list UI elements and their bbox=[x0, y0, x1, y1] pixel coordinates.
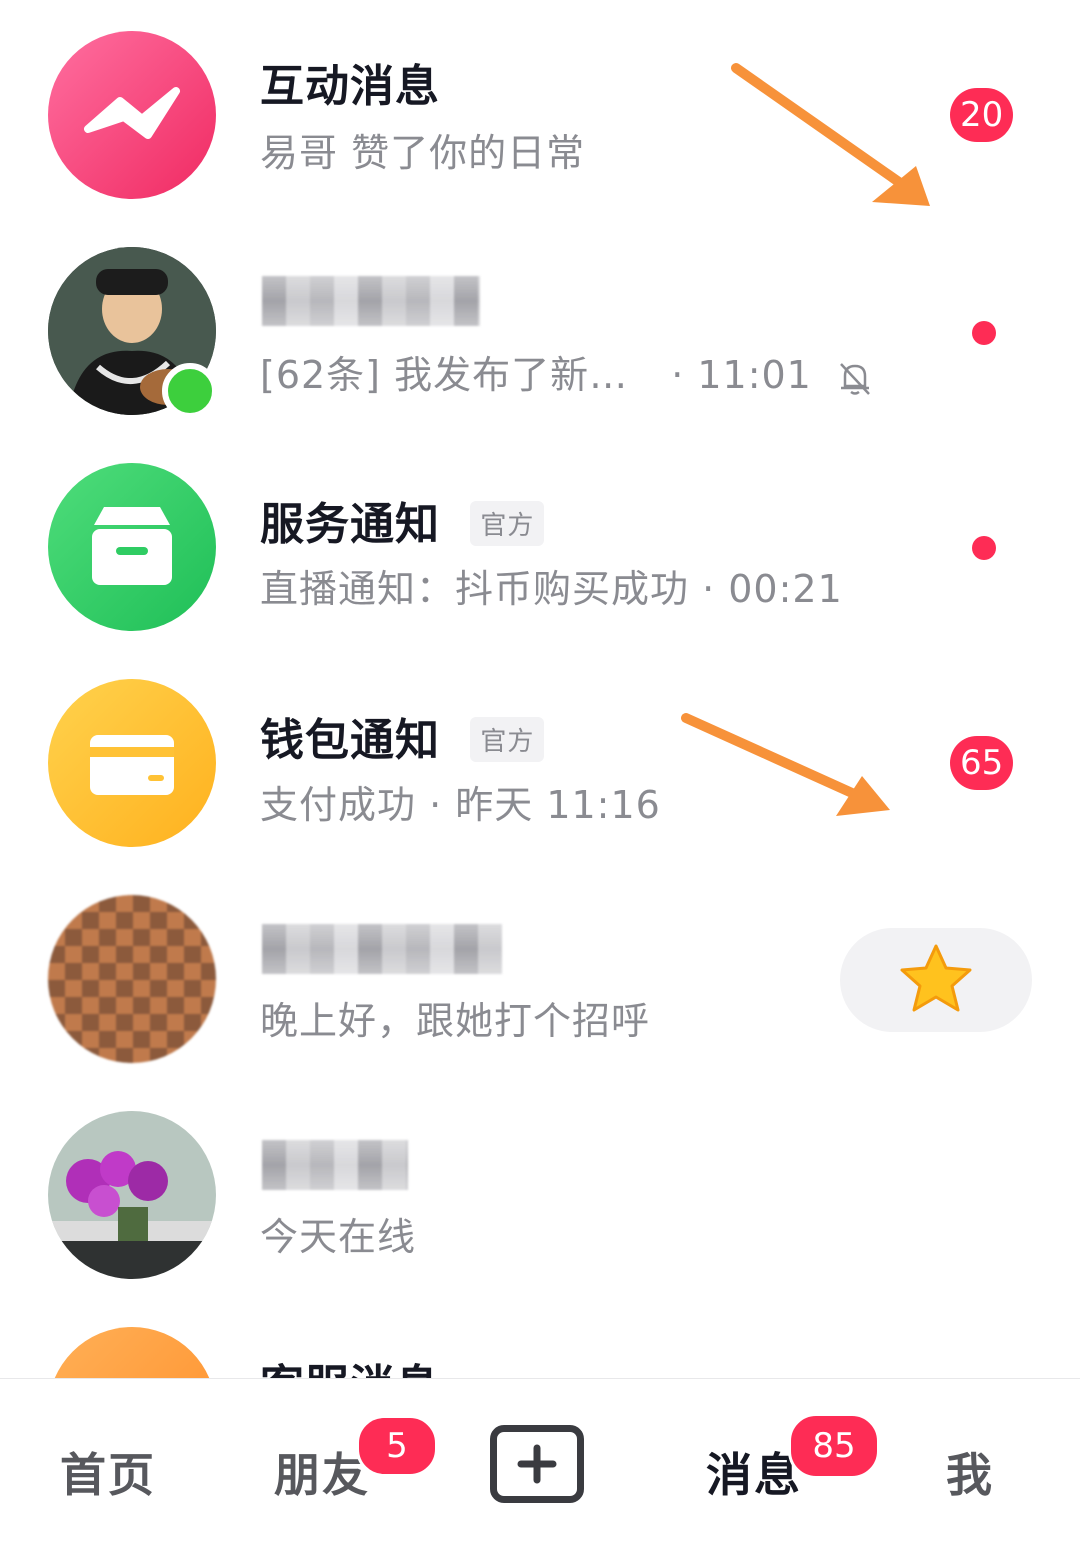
conversation-service-notifications[interactable]: 服务通知 官方 直播通知：抖币购买成功 · 00:21 bbox=[0, 432, 1080, 648]
unread-count-badge: 65 bbox=[950, 736, 1014, 790]
conversation-title: 客服消息 bbox=[260, 1350, 440, 1378]
conversation-preview: 支付成功 · 昨天 11:16 bbox=[260, 783, 661, 827]
conversation-title: 钱包通知 官方 bbox=[260, 704, 545, 768]
conversation-wallet-notifications[interactable]: 钱包通知 官方 支付成功 · 昨天 11:16 65 bbox=[0, 648, 1080, 864]
create-post-button[interactable] bbox=[490, 1425, 584, 1503]
nav-me[interactable]: 我 bbox=[946, 1439, 994, 1505]
title-text: 钱包通知 bbox=[260, 715, 440, 766]
plus-icon bbox=[517, 1444, 557, 1484]
greet-button[interactable] bbox=[840, 928, 1032, 1032]
conversation-preview: 易哥 赞了你的日常 bbox=[260, 131, 586, 175]
blurred-contact-name bbox=[262, 276, 480, 326]
conversation-preview: [62条] 我发布了新… · 11:01 bbox=[260, 344, 875, 399]
conversation-contact-2[interactable]: 晚上好，跟她打个招呼 bbox=[0, 864, 1080, 1080]
unread-dot bbox=[972, 536, 996, 560]
friends-badge: 5 bbox=[356, 1415, 438, 1477]
messages-badge: 85 bbox=[788, 1413, 880, 1479]
conversation-preview: 今天在线 bbox=[260, 1215, 417, 1259]
conversation-title: 服务通知 官方 bbox=[260, 488, 545, 552]
official-tag: 官方 bbox=[470, 500, 545, 546]
inbox-icon bbox=[92, 507, 172, 585]
service-notifications-avatar bbox=[48, 463, 216, 631]
flower-photo bbox=[48, 1111, 216, 1279]
wallet-notifications-avatar bbox=[48, 679, 216, 847]
annotation-arrow bbox=[681, 713, 890, 816]
conversation-title: 互动消息 bbox=[260, 61, 440, 112]
zigzag-icon bbox=[84, 87, 180, 139]
card-icon bbox=[90, 735, 174, 795]
annotation-arrow bbox=[731, 63, 930, 206]
conversation-preview: 晚上好，跟她打个招呼 bbox=[260, 999, 651, 1043]
interactive-messages-avatar bbox=[48, 31, 216, 199]
unread-dot bbox=[972, 321, 996, 345]
blurred-contact-name bbox=[262, 924, 502, 974]
conversation-preview: 直播通知：抖币购买成功 · 00:21 bbox=[260, 567, 843, 611]
official-tag: 官方 bbox=[470, 716, 545, 762]
online-status-dot bbox=[162, 363, 218, 419]
conversation-contact-1[interactable]: [62条] 我发布了新… · 11:01 bbox=[0, 216, 1080, 432]
muted-bell-icon bbox=[840, 362, 870, 395]
avatar bbox=[48, 895, 216, 1063]
conversation-contact-3[interactable]: 今天在线 bbox=[0, 1080, 1080, 1296]
nav-home[interactable]: 首页 bbox=[60, 1439, 156, 1505]
avatar bbox=[48, 1111, 216, 1279]
bottom-navigation: 首页 朋友 5 消息 85 我 bbox=[0, 1378, 1080, 1553]
customer-service-avatar bbox=[48, 1327, 216, 1378]
blurred-contact-name bbox=[262, 1140, 408, 1190]
message-time: · 11:01 bbox=[671, 353, 812, 397]
preview-text: [62条] 我发布了新… bbox=[260, 353, 629, 397]
title-text: 服务通知 bbox=[260, 499, 440, 550]
star-icon bbox=[900, 944, 972, 1012]
conversation-customer-service[interactable]: 客服消息 bbox=[0, 1296, 1080, 1378]
